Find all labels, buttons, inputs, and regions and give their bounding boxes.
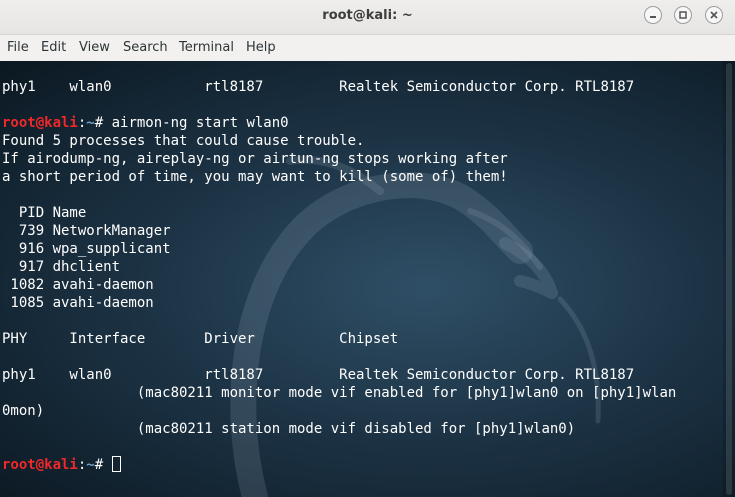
maximize-icon bbox=[679, 11, 687, 19]
output-line: a short period of time, you may want to … bbox=[2, 169, 508, 185]
prompt-user-host: root@kali bbox=[2, 457, 78, 473]
prompt-line-active[interactable]: root@kali:~# bbox=[2, 456, 676, 474]
output-line: 0mon) bbox=[2, 403, 45, 419]
prompt-user-host: root@kali bbox=[2, 115, 78, 131]
output-line: (mac80211 monitor mode vif enabled for [… bbox=[2, 385, 677, 401]
output-line: 1085 avahi-daemon bbox=[2, 295, 154, 311]
menu-edit[interactable]: Edit bbox=[41, 40, 66, 55]
menu-bar: File Edit View Search Terminal Help bbox=[0, 35, 735, 61]
close-button[interactable] bbox=[705, 6, 723, 24]
prompt-line: root@kali:~# airmon-ng start wlan0 bbox=[2, 114, 676, 132]
scrollbar-thumb[interactable] bbox=[726, 63, 732, 495]
output-line: 1082 avahi-daemon bbox=[2, 277, 154, 293]
terminal-area[interactable]: phy1 wlan0 rtl8187 Realtek Semiconductor… bbox=[0, 61, 735, 497]
output-line: 917 dhclient bbox=[2, 259, 121, 275]
maximize-button[interactable] bbox=[674, 6, 692, 24]
output-line: Found 5 processes that could cause troub… bbox=[2, 133, 365, 149]
prompt-symbol: # bbox=[94, 457, 112, 473]
window-title: root@kali: ~ bbox=[322, 8, 413, 23]
menu-terminal[interactable]: Terminal bbox=[179, 40, 234, 55]
output-line: phy1 wlan0 rtl8187 Realtek Semiconductor… bbox=[2, 367, 635, 383]
output-line: PHY Interface Driver Chipset bbox=[2, 331, 399, 347]
terminal-scrollbar[interactable] bbox=[723, 61, 735, 497]
output-line: If airodump-ng, aireplay-ng or airtun-ng… bbox=[2, 151, 508, 167]
command-text: airmon-ng start wlan0 bbox=[111, 115, 289, 131]
minimize-button[interactable] bbox=[644, 6, 662, 24]
close-icon bbox=[710, 11, 718, 19]
terminal-window: root@kali: ~ File Edit View Search Termi… bbox=[0, 0, 735, 497]
prompt-symbol: # bbox=[94, 115, 112, 131]
output-line: 739 NetworkManager bbox=[2, 223, 171, 239]
title-bar[interactable]: root@kali: ~ bbox=[0, 0, 735, 35]
output-line: phy1 wlan0 rtl8187 Realtek Semiconductor… bbox=[2, 79, 635, 95]
prompt-path: ~ bbox=[86, 457, 95, 473]
output-line: (mac80211 station mode vif disabled for … bbox=[2, 421, 576, 437]
prompt-path: ~ bbox=[86, 115, 95, 131]
menu-help[interactable]: Help bbox=[246, 40, 276, 55]
cursor-block bbox=[111, 456, 121, 472]
output-line: PID Name bbox=[2, 205, 87, 221]
menu-view[interactable]: View bbox=[79, 40, 110, 55]
terminal-output: phy1 wlan0 rtl8187 Realtek Semiconductor… bbox=[2, 78, 676, 474]
minimize-icon bbox=[650, 16, 656, 18]
menu-file[interactable]: File bbox=[7, 40, 29, 55]
output-line: 916 wpa_supplicant bbox=[2, 241, 171, 257]
menu-search[interactable]: Search bbox=[123, 40, 168, 55]
